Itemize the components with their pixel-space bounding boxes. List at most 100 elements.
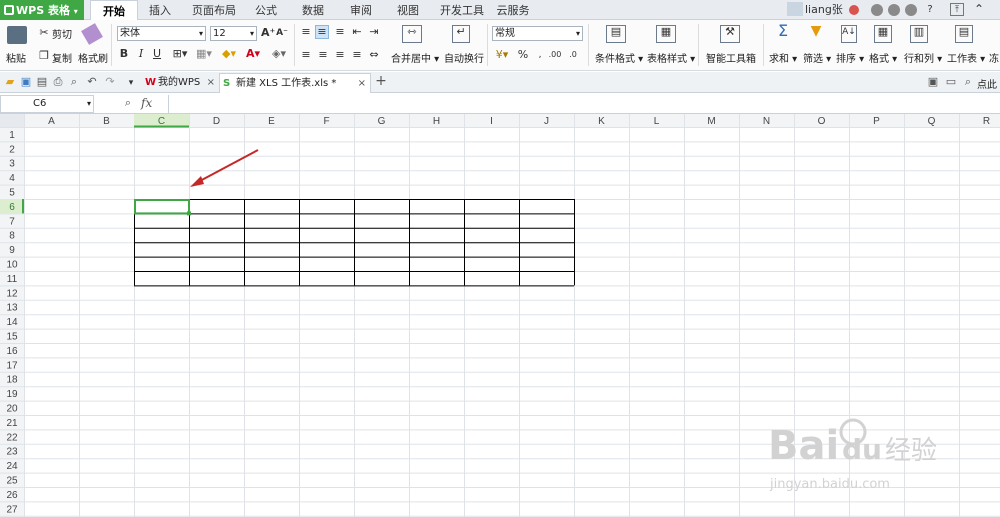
settings-icon[interactable] — [905, 4, 917, 16]
row-header-10[interactable]: 10 — [6, 260, 18, 271]
print-preview-icon[interactable]: ⌕ — [68, 76, 80, 88]
row-header-11[interactable]: 11 — [7, 274, 18, 285]
italic-icon[interactable]: I — [136, 48, 146, 60]
column-header-N[interactable]: N — [763, 116, 770, 127]
align-center-icon[interactable]: ≡ — [316, 49, 330, 61]
freeze-button[interactable]: 冻 — [989, 50, 999, 65]
align-left-icon[interactable]: ≡ — [299, 49, 313, 61]
wps-app-menu-button[interactable]: WPS 表格 ▾ — [0, 0, 84, 21]
column-header-O[interactable]: O — [818, 116, 826, 127]
row-header-9[interactable]: 9 — [9, 245, 15, 256]
column-header-M[interactable]: M — [707, 116, 715, 127]
search-icon[interactable]: ⌕ — [962, 76, 974, 88]
tab-review[interactable]: 审阅 — [342, 0, 380, 21]
column-header-J[interactable]: J — [544, 116, 549, 127]
filter-button[interactable]: 筛选 ▾ — [803, 50, 831, 65]
select-all-button[interactable] — [0, 114, 24, 127]
save-icon[interactable]: ▣ — [20, 76, 32, 88]
align-right-icon[interactable]: ≡ — [333, 49, 347, 61]
bold-icon[interactable]: B — [119, 48, 129, 60]
insert-function-button[interactable]: fx — [141, 96, 152, 110]
close-icon[interactable]: × — [358, 74, 366, 93]
tab-cloud[interactable]: 云服务 — [492, 0, 534, 21]
close-icon[interactable]: × — [207, 73, 215, 92]
cell-style-icon[interactable]: ▦▾ — [194, 48, 214, 60]
currency-icon[interactable]: ¥▾ — [492, 49, 512, 61]
row-header-23[interactable]: 23 — [6, 447, 18, 458]
row-header-1[interactable]: 1 — [9, 130, 15, 141]
user-account[interactable]: liang张 — [787, 0, 843, 20]
row-header-16[interactable]: 16 — [6, 346, 18, 357]
shrink-font-icon[interactable]: A⁻ — [276, 27, 288, 39]
format-button[interactable]: 格式 ▾ — [869, 50, 897, 65]
row-header-15[interactable]: 15 — [6, 332, 18, 343]
align-bottom-icon[interactable]: ≡ — [333, 26, 347, 38]
tab-my-wps[interactable]: W 我的WPS × — [142, 73, 217, 93]
conditional-format-button[interactable]: 条件格式 ▾ — [595, 50, 643, 65]
number-format-select[interactable]: 常规 ▾ — [492, 26, 583, 41]
worksheet-button[interactable]: 工作表 ▾ — [947, 50, 985, 65]
tab-home[interactable]: 开始 — [90, 0, 138, 21]
column-header-L[interactable]: L — [654, 116, 660, 127]
column-header-Q[interactable]: Q — [928, 116, 936, 127]
align-middle-icon[interactable]: ≡ — [315, 25, 329, 39]
row-header-12[interactable]: 12 — [6, 288, 18, 299]
column-header-E[interactable]: E — [268, 116, 275, 127]
indent-decrease-icon[interactable]: ⇤ — [350, 26, 364, 38]
minimize-doc-icon[interactable]: ▭ — [945, 76, 957, 88]
search-hint[interactable]: 点此 — [977, 76, 997, 91]
active-cell-outline[interactable] — [134, 199, 190, 215]
row-header-27[interactable]: 27 — [6, 504, 18, 515]
restore-window-icon[interactable]: ⤒ — [950, 3, 964, 16]
tab-view[interactable]: 视图 — [389, 0, 427, 21]
row-column-button[interactable]: 行和列 ▾ — [904, 50, 942, 65]
row-header-4[interactable]: 4 — [9, 173, 15, 184]
row-header-18[interactable]: 18 — [6, 375, 18, 386]
column-header-D[interactable]: D — [213, 116, 220, 127]
formula-input[interactable] — [168, 95, 1000, 113]
distributed-icon[interactable]: ⇔ — [367, 49, 381, 61]
fill-handle[interactable] — [187, 211, 191, 216]
row-header-17[interactable]: 17 — [6, 360, 18, 371]
format-painter-button[interactable]: 格式刷 — [78, 50, 108, 65]
export-pdf-icon[interactable]: ▤ — [36, 76, 48, 88]
font-size-select[interactable]: 12 ▾ — [210, 26, 257, 41]
table-style-button[interactable]: 表格样式 ▾ — [647, 50, 695, 65]
grid-canvas[interactable]: A B C D E F G H I J K L M N O P Q R1234567891011121314151… — [0, 114, 1000, 517]
tab-page-layout[interactable]: 页面布局 — [188, 0, 240, 21]
row-header-25[interactable]: 25 — [6, 476, 18, 487]
decrease-decimal-icon[interactable]: .0 — [566, 49, 580, 61]
border-icon[interactable]: ⊞▾ — [170, 48, 190, 60]
redo-icon[interactable]: ↷ — [104, 76, 116, 88]
underline-icon[interactable]: U — [152, 48, 162, 60]
row-header-13[interactable]: 13 — [6, 303, 18, 314]
undo-icon[interactable]: ↶ — [86, 76, 98, 88]
grow-font-icon[interactable]: A⁺ — [261, 27, 275, 39]
column-header-H[interactable]: H — [433, 116, 440, 127]
zoom-icon[interactable]: ⌕ — [122, 97, 134, 109]
column-header-A[interactable]: A — [48, 116, 55, 127]
collapse-ribbon-icon[interactable]: ⌃ — [972, 3, 986, 15]
name-box[interactable]: C6 ▾ — [0, 95, 94, 113]
fill-color-icon[interactable]: ◆▾ — [218, 48, 240, 60]
tab-insert[interactable]: 插入 — [140, 0, 180, 21]
smart-toolbox-button[interactable]: 智能工具箱 — [706, 50, 756, 65]
new-tab-icon[interactable]: + — [374, 74, 388, 88]
sort-button[interactable]: 排序 ▾ — [836, 50, 864, 65]
row-header-21[interactable]: 21 — [6, 418, 18, 429]
merge-center-button[interactable]: 合并居中 ▾ — [391, 50, 439, 65]
indent-increase-icon[interactable]: ⇥ — [367, 26, 381, 38]
row-header-8[interactable]: 8 — [9, 231, 15, 242]
sum-button[interactable]: 求和 ▾ — [769, 50, 797, 65]
comment-icon[interactable]: ▣ — [927, 76, 939, 88]
row-header-7[interactable]: 7 — [9, 216, 15, 227]
row-header-3[interactable]: 3 — [9, 159, 15, 170]
row-header-22[interactable]: 22 — [6, 432, 18, 443]
column-header-K[interactable]: K — [598, 116, 605, 127]
align-top-icon[interactable]: ≡ — [299, 26, 313, 38]
row-header-19[interactable]: 19 — [6, 389, 18, 400]
clear-format-icon[interactable]: ◈▾ — [268, 48, 290, 60]
paste-icon[interactable] — [7, 26, 27, 44]
row-header-5[interactable]: 5 — [9, 188, 15, 199]
row-header-6[interactable]: 6 — [9, 202, 15, 213]
